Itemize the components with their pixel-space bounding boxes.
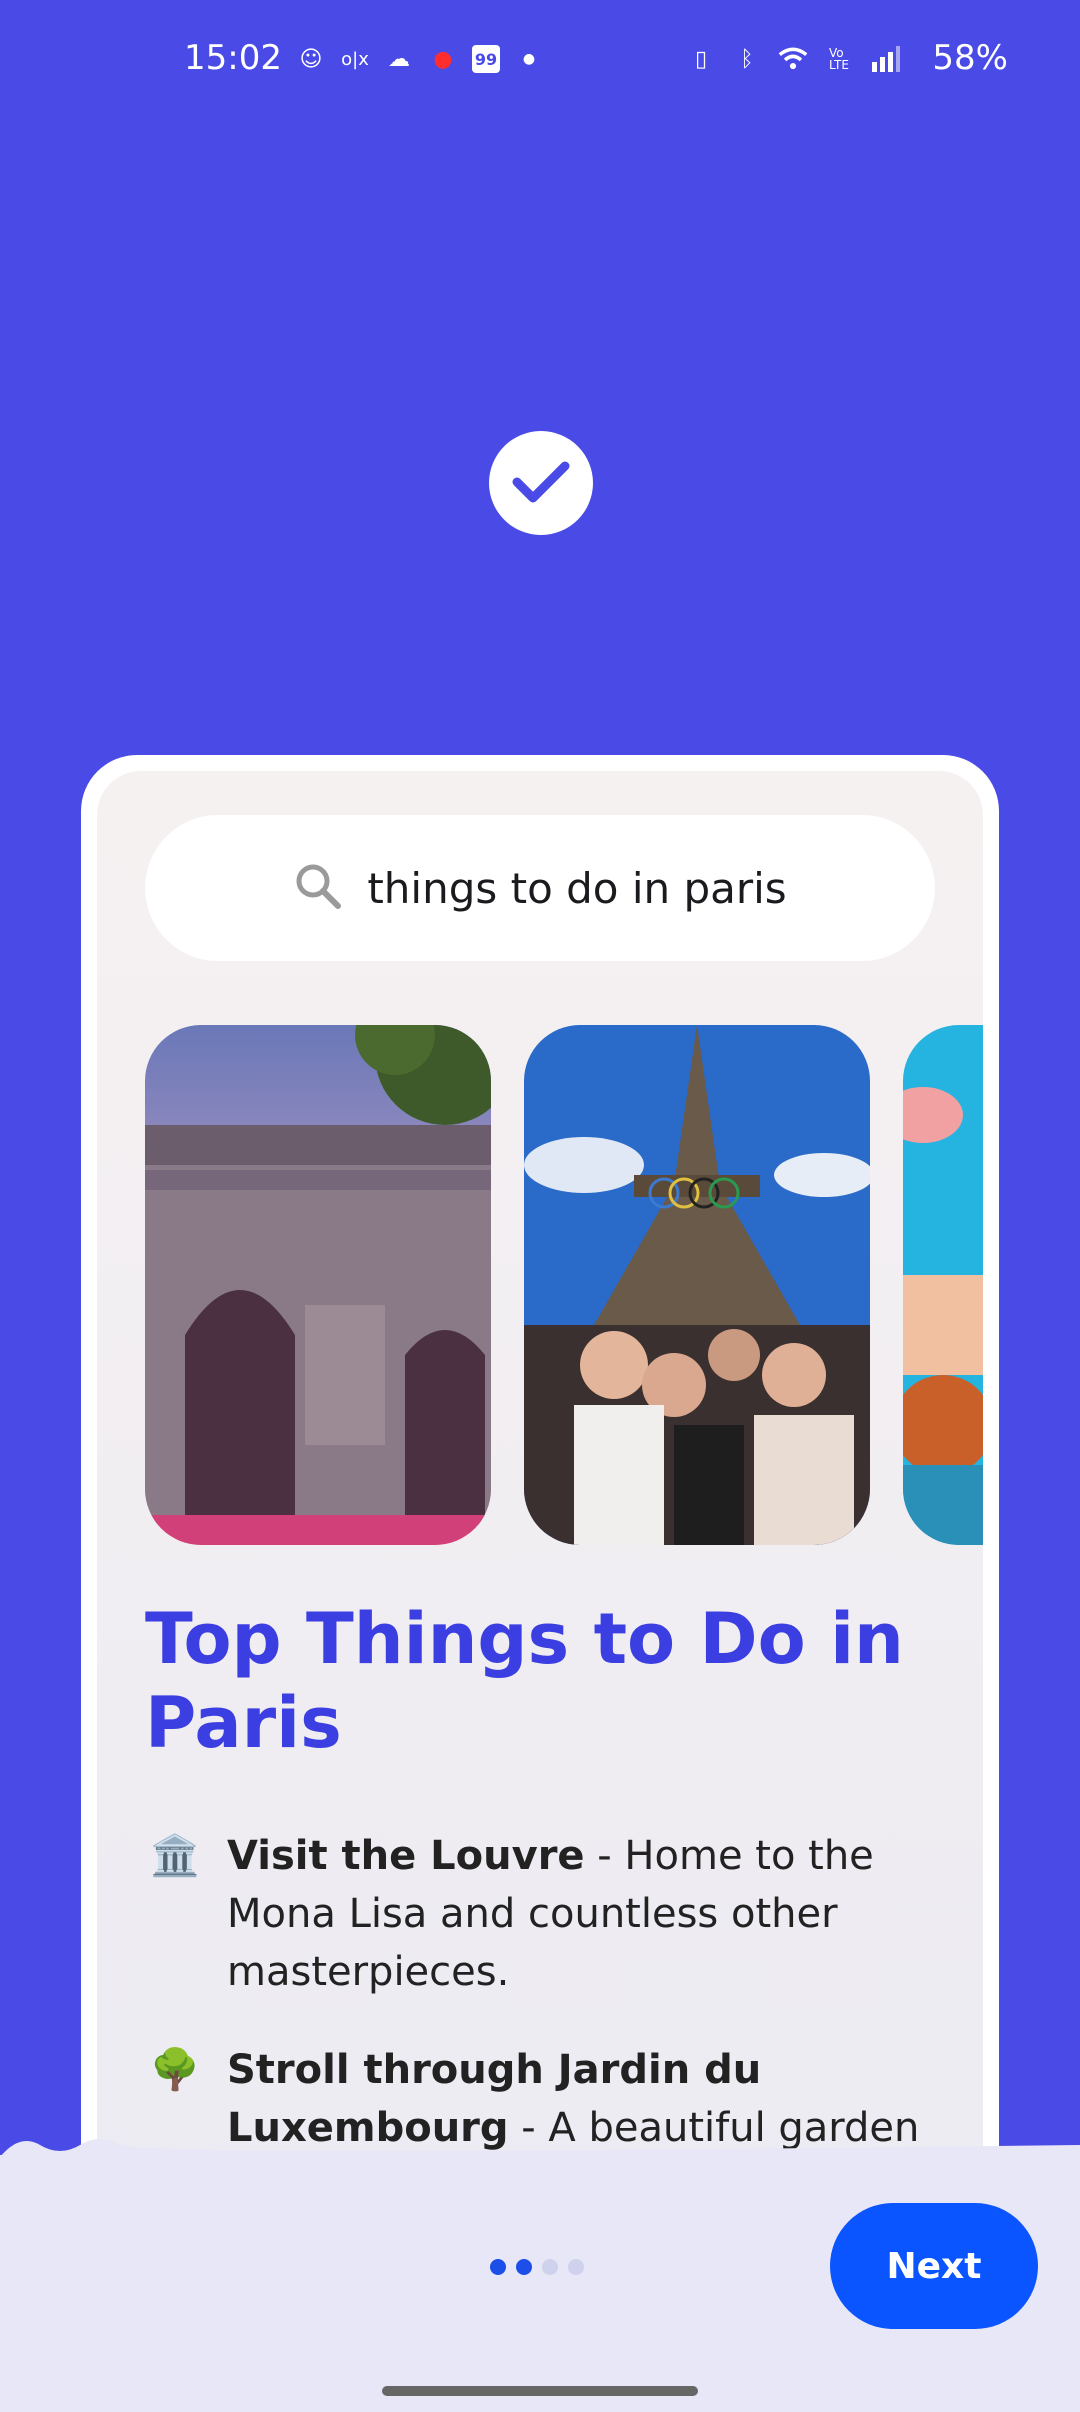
- status-time: 15:02: [184, 38, 282, 78]
- status-bar: 15:02 ☺ o|x ☁ ● 99 ● ▯ ᛒ Vo LTE 58%: [0, 0, 1080, 120]
- check-icon: [489, 431, 593, 535]
- search-icon: [293, 861, 343, 916]
- search-query-text: things to do in paris: [367, 863, 787, 913]
- volte-icon: Vo LTE: [829, 46, 849, 72]
- status-notification-icons: ☺ o|x ☁ ● 99 ●: [296, 44, 544, 74]
- next-button[interactable]: Next: [830, 2203, 1038, 2329]
- cloud-icon: ☁: [388, 46, 410, 72]
- face-icon: ☺: [299, 46, 323, 72]
- card-title: Top Things to Do in Paris: [145, 1598, 904, 1764]
- arc-de-triomphe-photo: [145, 1025, 491, 1545]
- dot-icon: ●: [522, 51, 536, 67]
- airtel-icon: ●: [433, 46, 453, 72]
- page-dot: [542, 2259, 558, 2275]
- bluetooth-icon: ᛒ: [740, 46, 754, 72]
- search-bar: things to do in paris: [145, 815, 935, 961]
- signal-icon: [870, 44, 900, 74]
- battery-percentage: 58%: [932, 38, 1008, 78]
- wave-edge: [0, 2139, 1080, 2157]
- bottom-bar: Next: [0, 2139, 1080, 2412]
- museum-icon: 🏛️: [150, 1833, 200, 1879]
- ox-icon: o|x: [341, 48, 369, 70]
- list-item-text: Visit the Louvre - Home to the Mona Lisa…: [227, 1827, 925, 2001]
- eiffel-tower-group-photo: [524, 1025, 870, 1545]
- list-item-bold: Visit the Louvre: [227, 1833, 585, 1879]
- vibrate-icon: ▯: [694, 46, 708, 72]
- badge-99-icon: 99: [472, 45, 500, 73]
- list-item: 🏛️ Visit the Louvre - Home to the Mona L…: [145, 1827, 925, 2001]
- home-indicator[interactable]: [382, 2386, 698, 2396]
- seine-river-photo: [903, 1025, 983, 1545]
- status-system-icons: ▯ ᛒ Vo LTE: [686, 44, 900, 74]
- page-dot: [490, 2259, 506, 2275]
- page-dot: [568, 2259, 584, 2275]
- page-indicator: [490, 2259, 584, 2275]
- preview-card: things to do in paris Top Things to Do i…: [97, 771, 983, 2231]
- wifi-icon: [778, 44, 808, 74]
- page-dot: [516, 2259, 532, 2275]
